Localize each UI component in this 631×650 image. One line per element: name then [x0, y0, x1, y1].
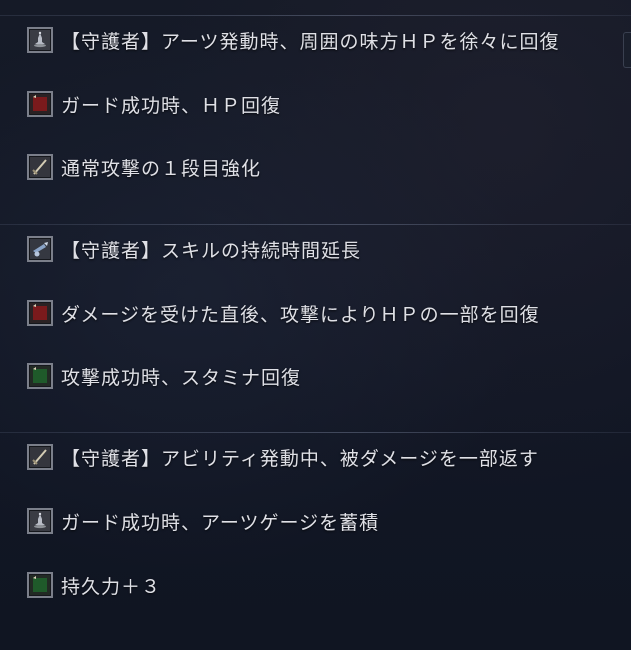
- perk-row[interactable]: 攻撃成功時、スタミナ回復: [27, 361, 301, 391]
- perk-row[interactable]: 【守護者】スキルの持続時間延長: [27, 234, 361, 264]
- red-gem-icon: [27, 300, 53, 326]
- bell-icon: [27, 27, 53, 53]
- perk-row[interactable]: 持久力＋３: [27, 570, 161, 600]
- sword-icon: [27, 154, 53, 180]
- perk-label: 持久力＋３: [61, 575, 162, 598]
- group-divider: [0, 432, 631, 433]
- perk-row[interactable]: 【守護者】アビリティ発動中、被ダメージを一部返す: [27, 442, 539, 472]
- perk-label: 攻撃成功時、スタミナ回復: [61, 366, 302, 389]
- group-divider: [0, 224, 631, 225]
- perk-label: 【守護者】スキルの持続時間延長: [61, 239, 362, 262]
- red-gem-icon: [27, 91, 53, 117]
- perk-row[interactable]: 通常攻撃の１段目強化: [27, 152, 261, 182]
- sword-icon: [27, 444, 53, 470]
- perk-label: 【守護者】アーツ発動時、周囲の味方ＨＰを徐々に回復: [61, 30, 560, 53]
- perk-label: 通常攻撃の１段目強化: [61, 157, 262, 180]
- green-gem-icon: [27, 572, 53, 598]
- perk-label: ガード成功時、ＨＰ回復: [61, 94, 282, 117]
- perk-row[interactable]: 【守護者】アーツ発動時、周囲の味方ＨＰを徐々に回復: [27, 25, 559, 55]
- perk-label: 【守護者】アビリティ発動中、被ダメージを一部返す: [61, 447, 539, 470]
- green-gem-icon: [27, 363, 53, 389]
- bell-icon: [27, 508, 53, 534]
- perk-row[interactable]: ダメージを受けた直後、攻撃によりＨＰの一部を回復: [27, 298, 540, 328]
- scroll-edge-tab[interactable]: [623, 32, 631, 68]
- cannon-icon: [27, 236, 53, 262]
- top-divider: [0, 15, 631, 16]
- perk-row[interactable]: ガード成功時、ＨＰ回復: [27, 89, 281, 119]
- perk-label: ダメージを受けた直後、攻撃によりＨＰの一部を回復: [61, 303, 540, 326]
- perk-label: ガード成功時、アーツゲージを蓄積: [61, 511, 380, 534]
- perk-row[interactable]: ガード成功時、アーツゲージを蓄積: [27, 506, 379, 536]
